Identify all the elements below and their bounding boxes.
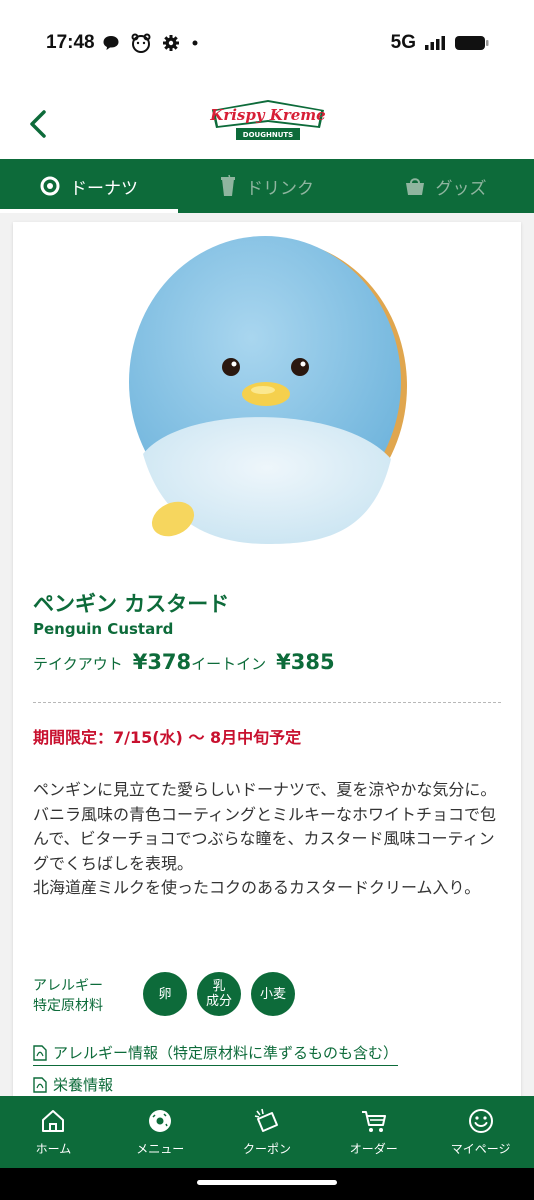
app-header: Krispy Kreme DOUGHNUTS [0,90,534,160]
bag-icon [405,178,424,195]
allergen-badge-egg: 卵 [143,972,187,1016]
allergy-info-link[interactable]: アレルギー情報（特定原材料に準ずるものも含む） [33,1042,399,1066]
nav-label: クーポン [242,1142,291,1156]
allergy-info-link-label: アレルギー情報（特定原材料に準ずるものも含む） [53,1044,399,1062]
divider [33,702,501,703]
product-card: ペンギン カスタード Penguin Custard テイクアウト ¥378 イ… [13,222,521,1122]
signal-icon [425,36,445,50]
nutrition-info-link-label: 栄養情報 [53,1076,114,1094]
svg-text:Krispy Kreme: Krispy Kreme [209,106,325,124]
nav-home[interactable]: ホーム [0,1096,107,1168]
dot-icon [192,40,198,46]
gear-icon [163,35,179,51]
nav-label: ホーム [35,1142,72,1156]
tab-goods[interactable]: グッズ [356,159,534,213]
pdf-icon [33,1076,47,1093]
nav-label: マイページ [450,1142,511,1156]
allergen-badge-wheat: 小麦 [251,972,295,1016]
coupon-icon [254,1108,278,1132]
allergen-badges: 卵 乳 成分 小麦 [143,972,295,1016]
nav-coupon[interactable]: クーポン [214,1096,321,1168]
status-system-icons: 5G [391,32,490,54]
chevron-left-icon[interactable] [22,104,56,144]
tab-label: ドリンク [246,178,314,199]
product-name-ja: ペンギン カスタード [33,592,230,616]
status-bar: 17:48 5G [0,0,534,90]
face-icon [131,33,151,53]
limited-period: 期間限定：7/15(水) 〜 8月中旬予定 [33,728,302,747]
nav-label: メニュー [136,1142,185,1156]
home-icon [42,1110,65,1132]
home-indicator[interactable] [197,1180,337,1185]
eatin-label: イートイン [191,655,267,673]
krispy-kreme-logo: Krispy Kreme DOUGHNUTS [209,100,326,140]
svg-text:DOUGHNUTS: DOUGHNUTS [243,131,293,139]
nutrition-info-link[interactable]: 栄養情報 [33,1074,113,1095]
eatin-price: ¥385 [276,650,335,674]
takeout-price: ¥378 [132,650,192,674]
pdf-icon [33,1044,47,1061]
nav-mypage[interactable]: マイページ [427,1096,534,1168]
chat-icon [103,36,119,50]
donut-icon [149,1110,172,1132]
cart-icon [361,1111,386,1132]
status-time: 17:48 [46,32,95,53]
status-notification-icons [102,33,200,53]
tab-label: グッズ [435,178,487,199]
cup-icon [221,175,235,196]
network-type: 5G [390,32,416,53]
tab-label: ドーナツ [70,178,138,199]
nav-order[interactable]: オーダー [320,1096,427,1168]
price-row: テイクアウト ¥378 イートイン ¥385 [33,650,335,674]
smile-icon [468,1109,493,1133]
donut-icon [40,176,60,196]
battery-icon [455,36,489,50]
tab-donuts[interactable]: ドーナツ [0,159,178,213]
penguin-donut-image [129,236,407,544]
nav-label: オーダー [349,1142,398,1156]
bottom-navigation: ホーム メニュー クーポン オーダー マイページ [0,1096,534,1168]
tab-drinks[interactable]: ドリンク [178,159,356,213]
allergen-badge-milk: 乳 成分 [197,972,241,1016]
allergy-label: アレルギー 特定原材料 [33,978,103,1014]
system-nav-bar [0,1168,534,1200]
product-name-en: Penguin Custard [33,620,174,638]
category-tabs: ドーナツ ドリンク グッズ [0,159,534,213]
takeout-label: テイクアウト [33,655,123,673]
product-description: ペンギンに見立てた愛らしいドーナツで、夏を涼やかな気分に。 バニラ風味の青色コー… [33,780,497,898]
nav-menu[interactable]: メニュー [107,1096,214,1168]
